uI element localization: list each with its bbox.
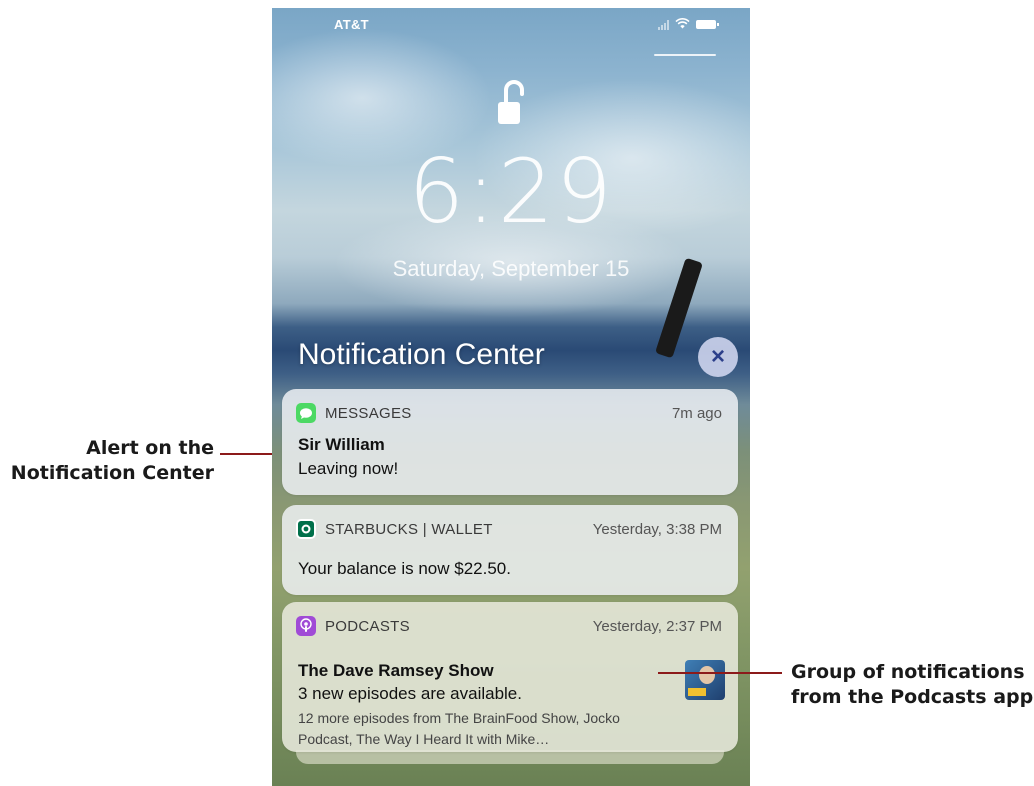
callout-group-label: Group of notifications from the Podcasts… (791, 660, 1034, 710)
callout-alert-line-2: Notification Center (10, 462, 214, 484)
notification-app-name: STARBUCKS | WALLET (325, 520, 493, 538)
phone-screen: AT&T 6:29 Saturday, September 15 Notific… (272, 8, 750, 786)
starbucks-icon (296, 519, 316, 539)
battery-icon (696, 20, 719, 29)
notification-header: STARBUCKS | WALLET Yesterday, 3:38 PM (296, 518, 722, 540)
callout-group-line-1: Group of notifications (791, 661, 1025, 683)
notification-center-title: Notification Center (298, 338, 545, 371)
notification-time: Yesterday, 3:38 PM (592, 520, 722, 538)
notification-body: 3 new episodes are available. (298, 684, 522, 703)
notification-title: The Dave Ramsey Show (298, 661, 494, 680)
signal-icon (658, 19, 669, 30)
callout-alert-label: Alert on the Notification Center (8, 436, 214, 486)
notification-title: Sir William (298, 435, 385, 454)
notification-stack-edge (296, 750, 724, 764)
status-icons (658, 18, 719, 31)
notification-header: PODCASTS Yesterday, 2:37 PM (296, 615, 722, 637)
notification-starbucks[interactable]: STARBUCKS | WALLET Yesterday, 3:38 PM Yo… (282, 505, 738, 595)
close-icon: × (710, 343, 725, 370)
wifi-icon (675, 18, 690, 31)
podcast-artwork-thumbnail (685, 660, 725, 700)
control-center-indicator[interactable] (654, 54, 716, 56)
callout-group-line-2: from the Podcasts app (791, 686, 1034, 708)
notification-group-podcasts[interactable]: PODCASTS Yesterday, 2:37 PM The Dave Ram… (282, 602, 738, 752)
notification-time: Yesterday, 2:37 PM (592, 617, 722, 635)
lock-screen-date: Saturday, September 15 (392, 256, 630, 281)
notification-header: MESSAGES 7m ago (296, 402, 722, 424)
notification-app-name: MESSAGES (325, 404, 412, 422)
unlocked-padlock-icon (496, 80, 526, 128)
lock-screen-time: 6:29 (408, 140, 614, 243)
notification-body: Leaving now! (298, 459, 399, 478)
messages-icon (296, 403, 316, 423)
notification-time: 7m ago (671, 404, 722, 422)
notification-body: Your balance is now $22.50. (298, 559, 511, 578)
notification-more-summary: 12 more episodes from The BrainFood Show… (298, 710, 620, 747)
clear-notifications-button[interactable]: × (698, 337, 738, 377)
podcasts-icon (296, 616, 316, 636)
notification-app-name: PODCASTS (325, 617, 410, 635)
callout-group-pointer (658, 672, 782, 674)
notification-messages[interactable]: MESSAGES 7m ago Sir William Leaving now! (282, 389, 738, 495)
carrier-label: AT&T (334, 17, 369, 32)
callout-alert-line-1: Alert on the (86, 437, 214, 459)
